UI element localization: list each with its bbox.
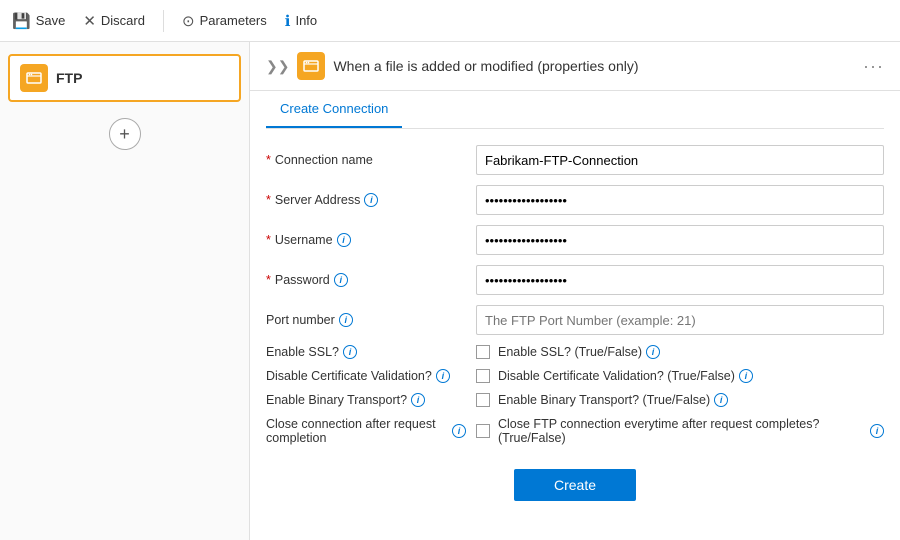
create-button-row: Create [266,469,884,501]
enable-ssl-checkbox[interactable] [476,345,490,359]
save-button[interactable]: 💾 Save [12,12,65,30]
add-step-button[interactable]: + [109,118,141,150]
enable-ssl-checkbox-row: Enable SSL? (True/False) i [476,345,660,359]
close-checkbox-info-icon[interactable]: i [870,424,884,438]
enable-binary-label: Enable Binary Transport? i [266,393,466,407]
cert-info-icon[interactable]: i [436,369,450,383]
toolbar: 💾 Save ✕ Discard ⊙ Parameters ℹ Info [0,0,900,42]
ftp-node[interactable]: FTP [8,54,241,102]
disable-cert-row: Disable Certificate Validation? i Disabl… [266,369,884,383]
password-info-icon[interactable]: i [334,273,348,287]
enable-binary-checkbox-label: Enable Binary Transport? (True/False) i [498,393,728,407]
connection-form: * Connection name * Server Address i [266,145,884,501]
username-label: * Username i [266,233,466,247]
close-info-icon[interactable]: i [452,424,466,438]
enable-ssl-row: Enable SSL? i Enable SSL? (True/False) i [266,345,884,359]
port-number-label: Port number i [266,313,466,327]
enable-ssl-checkbox-label: Enable SSL? (True/False) i [498,345,660,359]
required-star-2: * [266,193,271,207]
tab-create-connection[interactable]: Create Connection [266,91,402,128]
server-address-info-icon[interactable]: i [364,193,378,207]
connection-name-input[interactable] [476,145,884,175]
enable-binary-checkbox[interactable] [476,393,490,407]
server-address-row: * Server Address i [266,185,884,215]
enable-binary-checkbox-row: Enable Binary Transport? (True/False) i [476,393,728,407]
enable-ssl-label: Enable SSL? i [266,345,466,359]
info-button[interactable]: ℹ Info [285,12,317,30]
main-layout: FTP + ❯❯ When a file is added or modifie… [0,42,900,540]
password-label: * Password i [266,273,466,287]
trigger-header: ❯❯ When a file is added or modified (pro… [250,42,900,91]
sidebar: FTP + [0,42,250,540]
trigger-title: When a file is added or modified (proper… [333,58,855,74]
binary-checkbox-info-icon[interactable]: i [714,393,728,407]
close-connection-checkbox-row: Close FTP connection everytime after req… [476,417,884,445]
save-label: Save [36,13,66,28]
enable-binary-row: Enable Binary Transport? i Enable Binary… [266,393,884,407]
ssl-info-icon[interactable]: i [343,345,357,359]
username-info-icon[interactable]: i [337,233,351,247]
port-number-input[interactable] [476,305,884,335]
connection-name-row: * Connection name [266,145,884,175]
password-row: * Password i [266,265,884,295]
close-connection-label: Close connection after request completio… [266,417,466,445]
discard-label: Discard [101,13,145,28]
username-row: * Username i [266,225,884,255]
close-connection-checkbox-label: Close FTP connection everytime after req… [498,417,884,445]
close-connection-row: Close connection after request completio… [266,417,884,445]
ftp-icon [20,64,48,92]
info-label: Info [295,13,317,28]
binary-info-icon[interactable]: i [411,393,425,407]
server-address-label: * Server Address i [266,193,466,207]
ftp-label: FTP [56,70,82,86]
create-button[interactable]: Create [514,469,636,501]
port-number-row: Port number i [266,305,884,335]
discard-button[interactable]: ✕ Discard [83,12,145,30]
expand-icon[interactable]: ❯❯ [266,58,289,75]
password-input[interactable] [476,265,884,295]
required-star: * [266,153,271,167]
required-star-3: * [266,233,271,247]
tabs: Create Connection [266,91,884,129]
port-info-icon[interactable]: i [339,313,353,327]
close-connection-checkbox[interactable] [476,424,490,438]
username-input[interactable] [476,225,884,255]
parameters-label: Parameters [200,13,267,28]
ssl-checkbox-info-icon[interactable]: i [646,345,660,359]
server-address-input[interactable] [476,185,884,215]
content-area: Create Connection * Connection name * [250,91,900,540]
discard-icon: ✕ [83,12,96,30]
trigger-icon [297,52,325,80]
info-icon: ℹ [285,12,291,30]
disable-cert-checkbox-label: Disable Certificate Validation? (True/Fa… [498,369,753,383]
parameters-icon: ⊙ [182,12,195,30]
disable-cert-checkbox-row: Disable Certificate Validation? (True/Fa… [476,369,753,383]
right-panel: ❯❯ When a file is added or modified (pro… [250,42,900,540]
parameters-button[interactable]: ⊙ Parameters [182,12,267,30]
required-star-4: * [266,273,271,287]
save-icon: 💾 [12,12,31,30]
connection-name-label: * Connection name [266,153,466,167]
more-options-icon[interactable]: ··· [863,56,884,77]
disable-cert-checkbox[interactable] [476,369,490,383]
toolbar-divider [163,10,164,32]
cert-checkbox-info-icon[interactable]: i [739,369,753,383]
disable-cert-label: Disable Certificate Validation? i [266,369,466,383]
